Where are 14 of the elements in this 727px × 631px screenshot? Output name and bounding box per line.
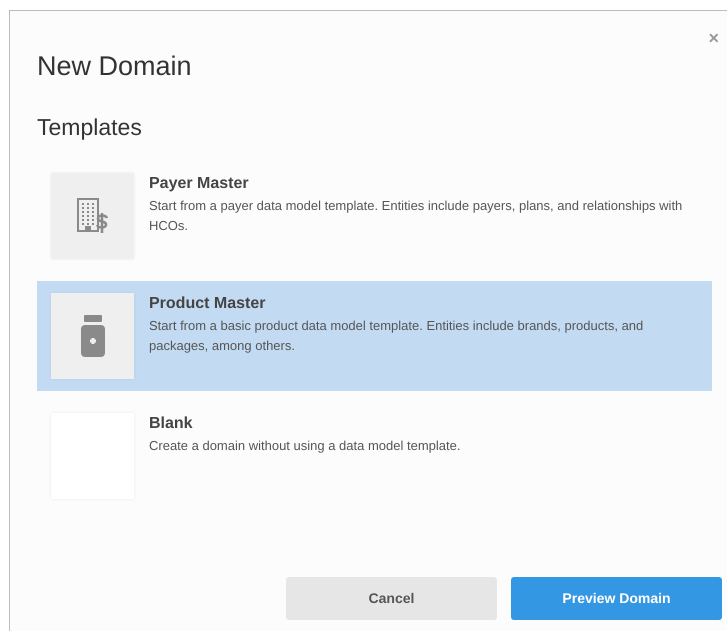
template-name: Blank bbox=[149, 414, 194, 434]
template-option[interactable]: Blank Create a domain without using a data model template. bbox=[37, 401, 712, 511]
building-dollar-icon bbox=[76, 197, 110, 235]
template-description: Start from a basic product data model template. Entities include brands, products, and packages, among others. bbox=[149, 317, 644, 355]
dialog-title: New Domain bbox=[37, 50, 192, 82]
template-option[interactable]: Payer Master Start from a payer data model template. Entities include payers, plans, and relationships with HCOs. bbox=[37, 161, 712, 271]
medicine-bottle-icon bbox=[80, 315, 106, 357]
section-title: Templates bbox=[37, 113, 143, 141]
cancel-button[interactable]: Cancel bbox=[286, 577, 497, 620]
template-name: Product Master bbox=[149, 294, 266, 314]
template-name: Payer Master bbox=[149, 174, 250, 194]
template-option[interactable]: Product Master Start from a basic product data model template. Entities include brands, products, and packages, among others. bbox=[37, 281, 712, 391]
template-description: Create a domain without using a data model template. bbox=[149, 437, 462, 455]
template-description: Start from a payer data model template. Entities include payers, plans, and relationships with HCOs. bbox=[149, 197, 684, 235]
